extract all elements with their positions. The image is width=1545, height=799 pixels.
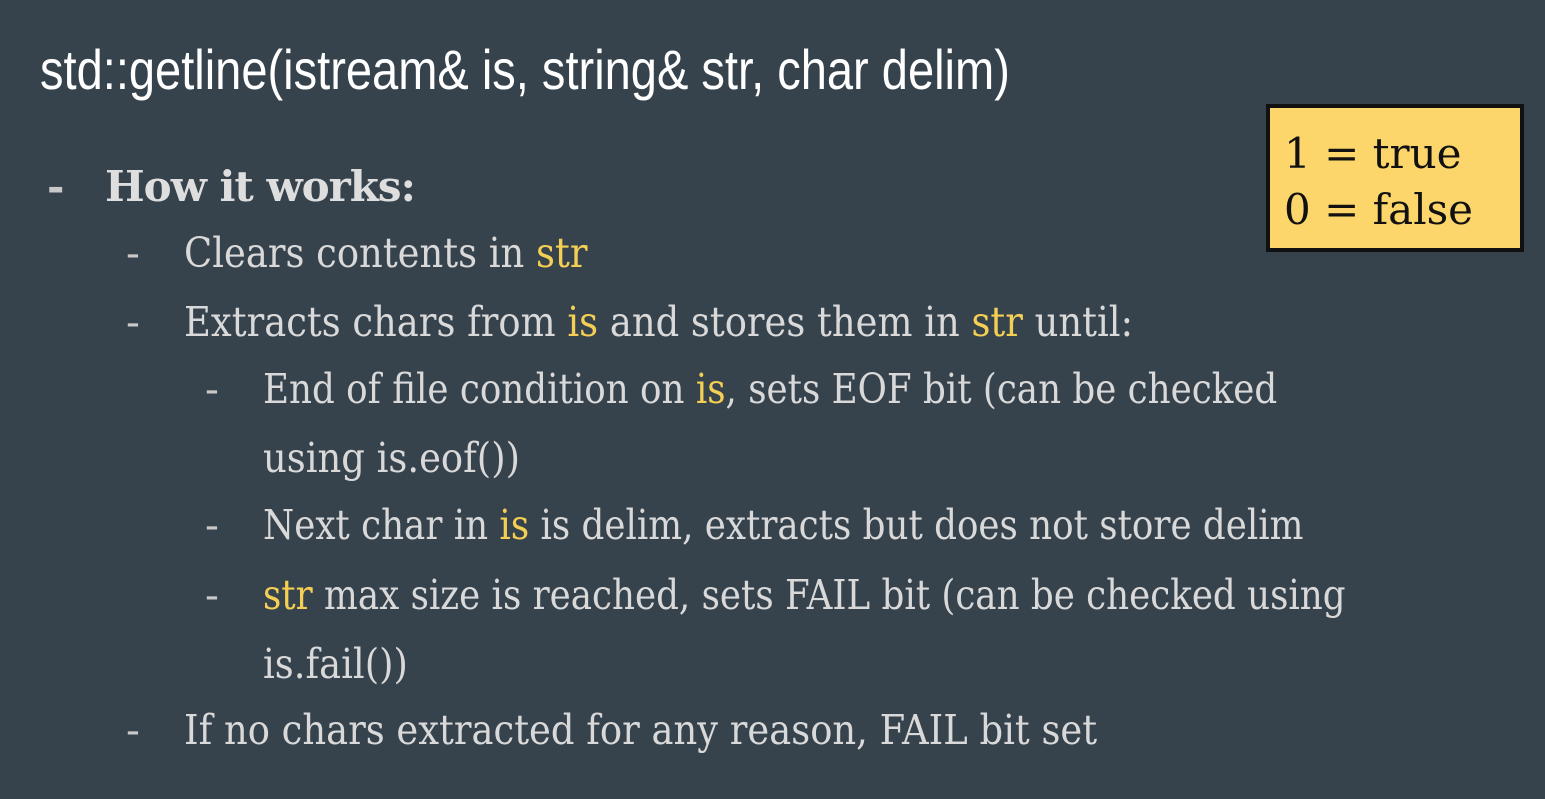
eof-continuation-text: using is.eof()) <box>263 434 520 482</box>
legend-false-line: 0 = false <box>1284 185 1474 234</box>
no-chars-text: If no chars extracted for any reason, FA… <box>184 706 1098 754</box>
bullet-extracts-chars: - Extracts chars from is and stores them… <box>126 292 1238 352</box>
bullet-max-size: - str max size is reached, sets FAIL bit… <box>205 562 1507 628</box>
bullet-next-char: - Next char in is is delim, extracts but… <box>205 492 1459 558</box>
bullet-dash: - <box>126 706 140 754</box>
legend-true-line: 1 = true <box>1284 129 1462 178</box>
extracts-str-highlight: str <box>971 298 1023 346</box>
slide-title: std::getline(istream& is, string& str, c… <box>40 38 1010 101</box>
eof-is-highlight: is <box>695 365 726 413</box>
eof-continuation: using is.eof()) <box>263 428 549 488</box>
eof-text-2: , sets EOF bit (can be checked <box>725 365 1278 413</box>
clears-line: Clears contents in str <box>184 223 587 283</box>
extracts-text-1: Extracts chars from <box>184 298 568 346</box>
bullet-clears-contents: - Clears contents in str <box>126 223 632 283</box>
bullet-dash: - <box>126 229 140 277</box>
boolean-legend-box: 1 = true 0 = false <box>1266 104 1524 252</box>
max-size-line: str max size is reached, sets FAIL bit (… <box>263 562 1346 628</box>
bullet-dash: - <box>126 298 140 346</box>
eof-text-1: End of file condition on <box>263 365 696 413</box>
bullet-how-it-works: - How it works: <box>47 157 416 217</box>
bullet-dash: - <box>205 571 219 619</box>
bullet-dash: - <box>47 162 64 211</box>
bullet-dash: - <box>205 365 219 413</box>
next-char-line: Next char in is is delim, extracts but d… <box>263 492 1304 558</box>
next-char-text-2: is delim, extracts but does not store de… <box>529 501 1304 549</box>
eof-line: End of file condition on is, sets EOF bi… <box>263 356 1277 422</box>
bullet-end-of-file: - End of file condition on is, sets EOF … <box>205 356 1429 422</box>
how-it-works-label: How it works: <box>105 162 416 211</box>
max-size-str-highlight: str <box>263 571 313 619</box>
clears-text: Clears contents in <box>184 229 537 277</box>
extracts-line: Extracts chars from is and stores them i… <box>184 292 1133 352</box>
extracts-is-highlight: is <box>567 298 599 346</box>
next-char-text-1: Next char in <box>263 501 500 549</box>
next-char-is-highlight: is <box>499 501 530 549</box>
extracts-text-2: and stores them in <box>598 298 972 346</box>
max-size-continuation: is.fail()) <box>263 634 424 694</box>
bullet-no-chars: - If no chars extracted for any reason, … <box>126 700 1199 760</box>
extracts-text-3: until: <box>1022 298 1134 346</box>
max-size-text: max size is reached, sets FAIL bit (can … <box>312 571 1346 619</box>
bullet-dash: - <box>205 501 219 549</box>
max-size-continuation-text: is.fail()) <box>263 640 408 688</box>
clears-str-highlight: str <box>536 229 588 277</box>
